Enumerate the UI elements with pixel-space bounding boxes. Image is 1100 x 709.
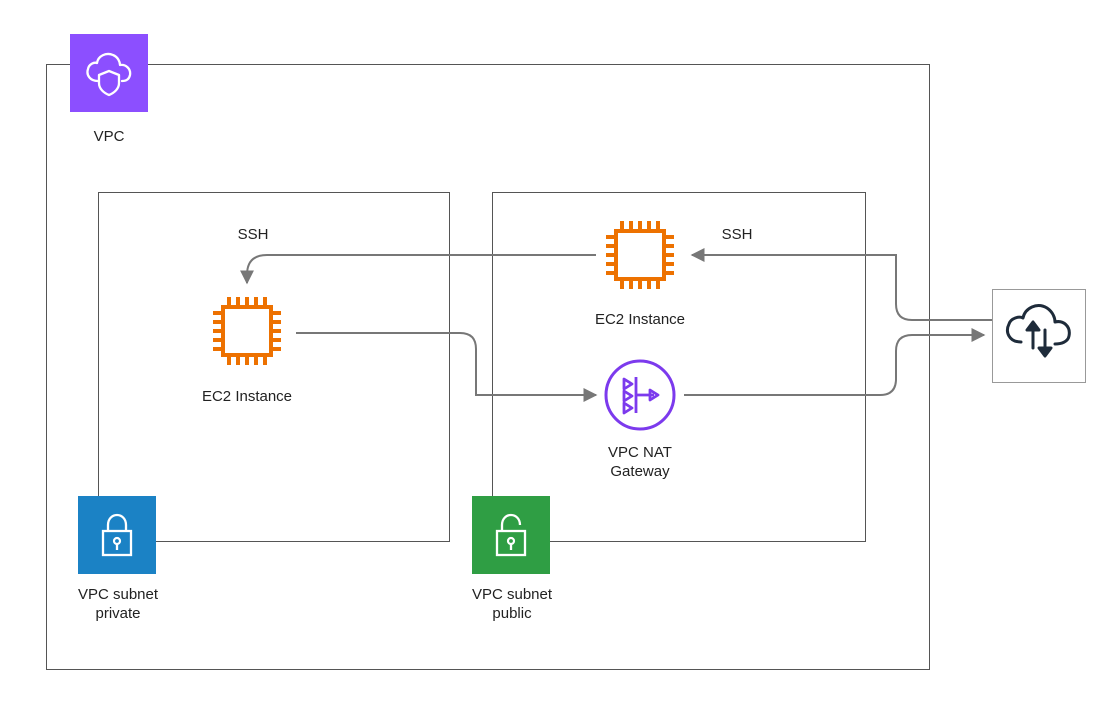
chip-icon xyxy=(596,211,684,299)
ssh-right-label: SSH xyxy=(712,226,762,245)
chip-icon xyxy=(203,287,291,375)
nat-gateway-icon xyxy=(600,355,680,435)
private-subnet-label: VPC subnet private xyxy=(58,586,178,624)
igw-box xyxy=(992,289,1086,383)
internet-gateway-icon xyxy=(993,290,1085,382)
lock-icon xyxy=(96,511,138,559)
ec2-private-label: EC2 Instance xyxy=(173,388,321,407)
private-subnet-badge xyxy=(78,496,156,574)
nat-gateway-label: VPC NAT Gateway xyxy=(578,444,702,482)
nat-icon xyxy=(600,355,680,435)
public-subnet-label: VPC subnet public xyxy=(452,586,572,624)
public-subnet-badge xyxy=(472,496,550,574)
cloud-shield-icon xyxy=(80,49,138,97)
ec2-public-label: EC2 Instance xyxy=(566,311,714,330)
vpc-badge xyxy=(70,34,148,112)
ec2-private-icon xyxy=(203,287,291,375)
ec2-public-icon xyxy=(596,211,684,299)
ssh-left-label: SSH xyxy=(228,226,278,245)
vpc-label: VPC xyxy=(70,128,148,147)
lock-open-icon xyxy=(490,511,532,559)
